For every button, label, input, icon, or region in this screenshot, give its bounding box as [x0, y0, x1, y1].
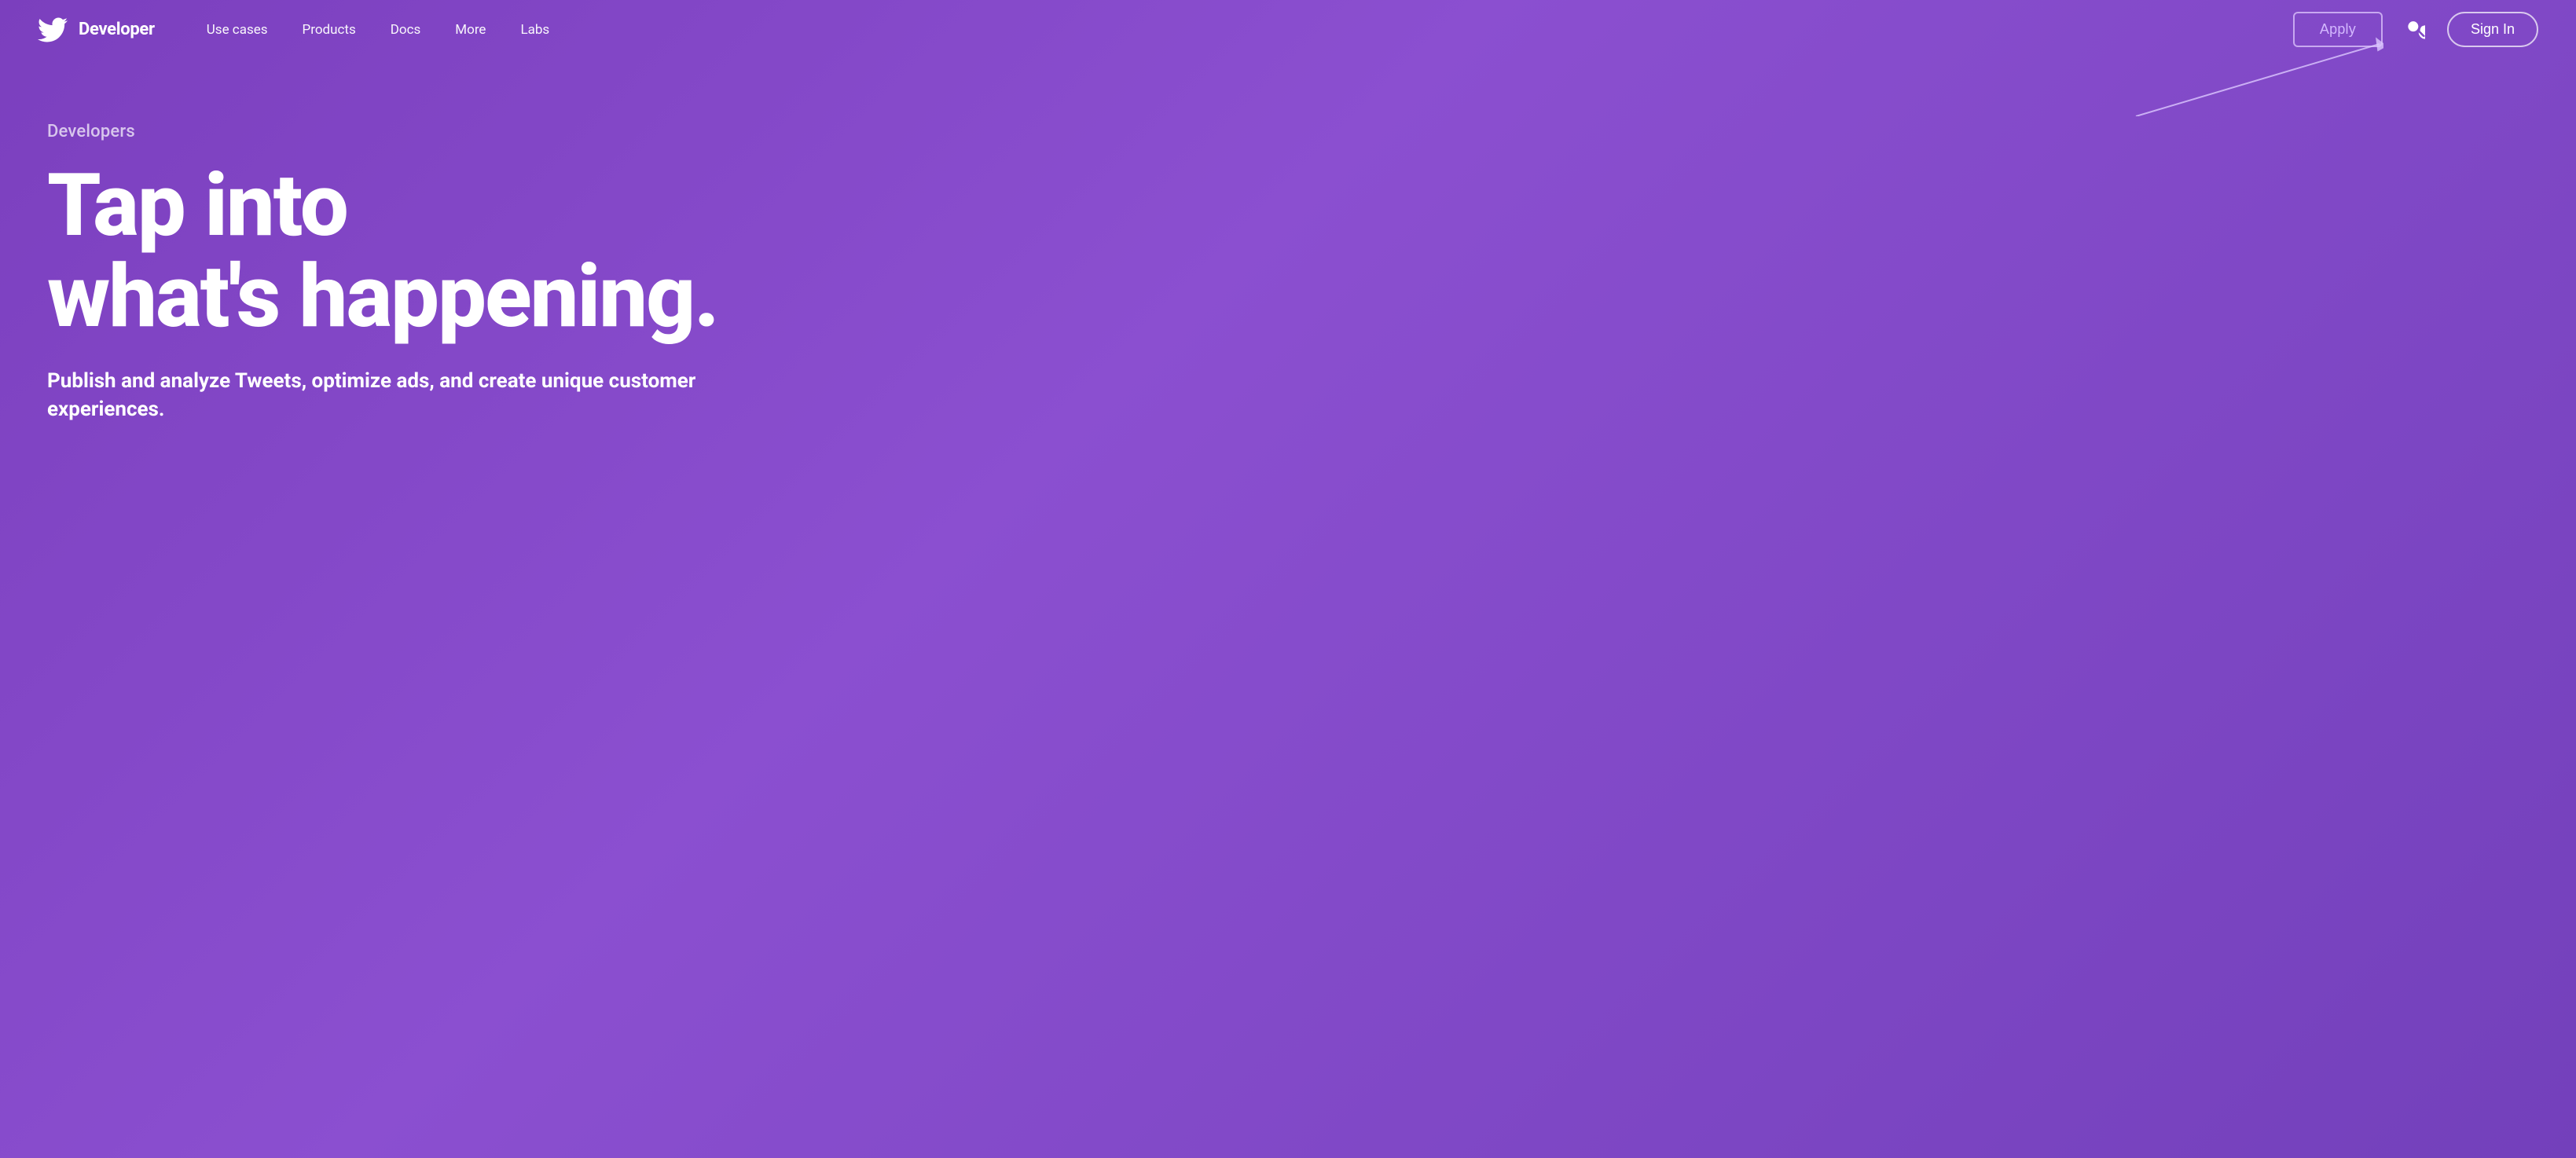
brand-name: Developer — [79, 20, 155, 39]
apply-button[interactable]: Apply — [2293, 12, 2383, 47]
page-wrapper: Developer Use cases Products Docs More L… — [0, 0, 2576, 1158]
navbar: Developer Use cases Products Docs More L… — [0, 0, 2576, 59]
signin-button[interactable]: Sign In — [2447, 12, 2538, 47]
hero-subheading: Publish and analyze Tweets, optimize ads… — [47, 367, 754, 424]
hero-eyebrow: Developers — [47, 122, 896, 141]
nav-item-docs[interactable]: Docs — [376, 16, 435, 44]
hero-heading: Tap into what's happening. — [47, 160, 896, 342]
nav-item-use-cases[interactable]: Use cases — [193, 16, 282, 44]
nav-item-more[interactable]: More — [441, 16, 500, 44]
navbar-logo[interactable]: Developer — [38, 15, 155, 45]
twitter-bird-icon — [38, 15, 68, 45]
hero-heading-line1: Tap into — [47, 155, 347, 256]
nav-item-products[interactable]: Products — [288, 16, 370, 44]
hero-section: Developers Tap into what's happening. Pu… — [0, 59, 943, 503]
search-button[interactable] — [2398, 13, 2431, 46]
navbar-actions: Apply Sign In — [2293, 12, 2538, 47]
search-icon — [2405, 20, 2425, 40]
hero-heading-line2: what's happening. — [47, 246, 718, 347]
navbar-nav: Use cases Products Docs More Labs — [193, 16, 2293, 44]
nav-item-labs[interactable]: Labs — [506, 16, 563, 44]
